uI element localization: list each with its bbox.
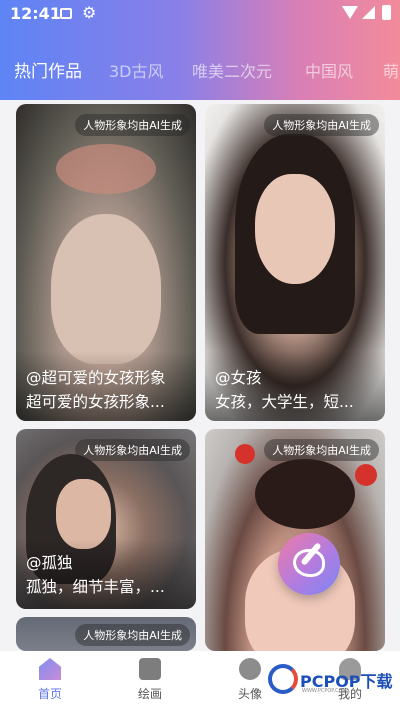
- status-time: 12:41: [10, 4, 61, 23]
- card-description: 超可爱的女孩形象...: [26, 393, 165, 411]
- nav-item-paint[interactable]: 绘画: [100, 651, 200, 711]
- wifi-icon: [342, 6, 358, 19]
- ai-generated-badge: 人物形象均由AI生成: [75, 624, 190, 646]
- tab-anime[interactable]: 唯美二次元: [192, 58, 272, 82]
- card-author: @孤独: [26, 554, 73, 572]
- paint-brush-icon: [139, 658, 161, 680]
- ai-generated-badge: 人物形象均由AI生成: [75, 114, 190, 136]
- cellular-signal-icon: [362, 6, 375, 19]
- caption-overlay: [16, 539, 196, 609]
- nav-item-home[interactable]: 首页: [0, 651, 100, 711]
- red-flower-decoration: [235, 444, 255, 464]
- ai-generated-badge: 人物形象均由AI生成: [75, 439, 190, 461]
- avatar-icon: [239, 658, 261, 680]
- flower-crown-decoration: [56, 144, 156, 194]
- header-bar: 12:41 ⚙ 热门作品 3D古风 唯美二次元 中国风 萌: [0, 0, 400, 100]
- pcpop-logo-icon: [268, 664, 298, 694]
- tab-chinese-style[interactable]: 中国风: [305, 58, 353, 82]
- red-flower-decoration: [355, 464, 377, 486]
- ai-generated-badge: 人物形象均由AI生成: [264, 439, 379, 461]
- nav-label: 首页: [37, 687, 62, 701]
- ai-generated-badge: 人物形象均由AI生成: [264, 114, 379, 136]
- face-shape: [255, 174, 335, 284]
- tab-3d-ancient[interactable]: 3D古风: [109, 58, 164, 82]
- hair-bun-shape: [255, 459, 355, 529]
- nav-label: 绘画: [137, 687, 162, 701]
- artwork-card[interactable]: 人物形象均由AI生成: [16, 617, 196, 651]
- site-watermark: PCPOP下载 WWW.PCPOP.COM: [268, 662, 394, 700]
- create-painting-button[interactable]: [278, 533, 340, 595]
- artwork-card[interactable]: 人物形象均由AI生成 @女孩 女孩，大学生，短...: [205, 104, 385, 421]
- image-notification-icon: [60, 8, 72, 19]
- card-description: 孤独，细节丰富，...: [26, 578, 165, 596]
- artwork-card[interactable]: 人物形象均由AI生成 @孤独 孤独，细节丰富，...: [16, 429, 196, 609]
- watermark-subtext: WWW.PCPOP.COM: [302, 688, 347, 694]
- bug-notification-icon: ⚙: [82, 3, 97, 22]
- tab-cute[interactable]: 萌: [383, 58, 399, 82]
- battery-icon: [382, 5, 391, 20]
- home-icon: [39, 658, 61, 680]
- card-author: @女孩: [215, 369, 262, 387]
- face-shape: [51, 214, 161, 364]
- artwork-card[interactable]: 人物形象均由AI生成 @超可爱的女孩形象 超可爱的女孩形象...: [16, 104, 196, 421]
- card-author: @超可爱的女孩形象: [26, 369, 166, 387]
- card-description: 女孩，大学生，短...: [215, 393, 354, 411]
- tab-hot-works[interactable]: 热门作品: [14, 57, 82, 82]
- status-bar: 12:41 ⚙: [0, 0, 400, 28]
- category-tabs: 热门作品 3D古风 唯美二次元 中国风 萌: [0, 52, 400, 88]
